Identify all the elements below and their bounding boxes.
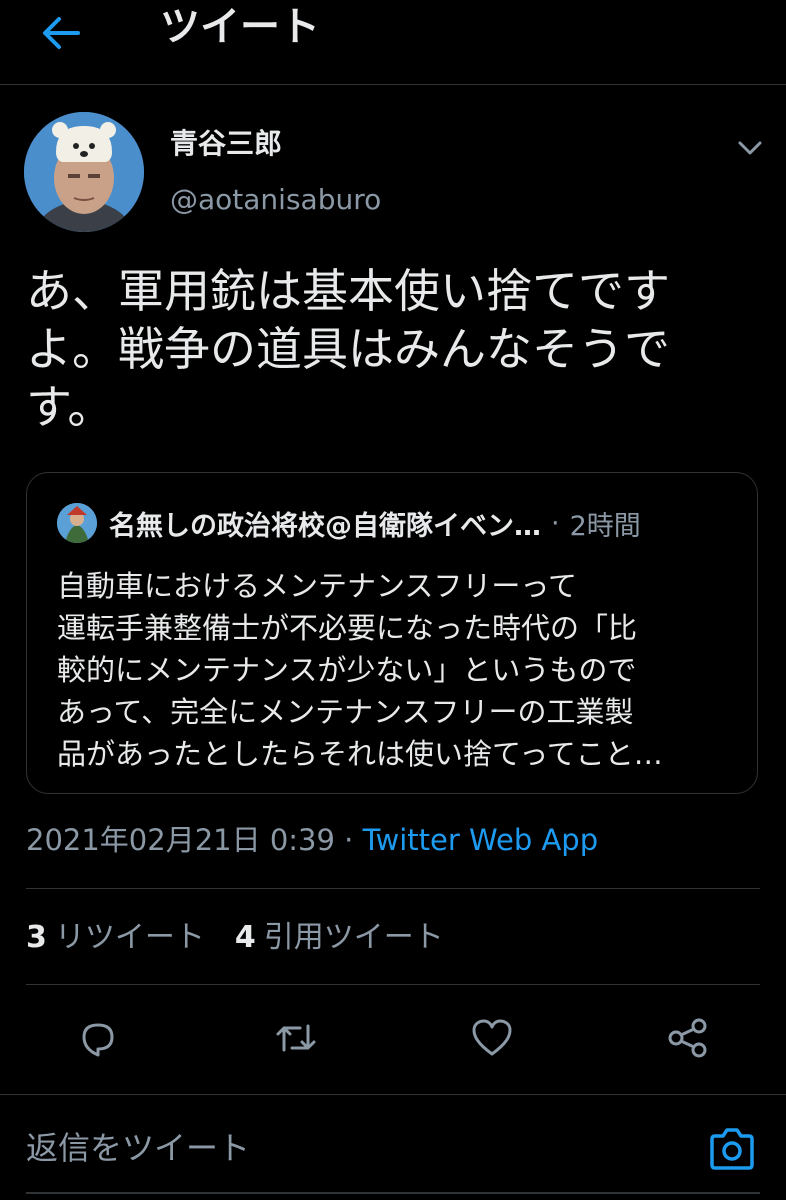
tweet-source-link[interactable]: Twitter Web App bbox=[363, 823, 599, 857]
avatar-image bbox=[24, 112, 144, 232]
quoted-timestamp: 2時間 bbox=[569, 510, 641, 542]
quoted-tweet-header: 名無しの政治将校@自衛隊イベン… · 2時間 bbox=[109, 503, 641, 543]
more-options-button[interactable] bbox=[734, 132, 766, 164]
separator-dot: · bbox=[344, 823, 354, 857]
quote-tweets-stat[interactable]: 4 引用ツイート bbox=[235, 916, 444, 960]
quote-tweets-label: 引用ツイート bbox=[263, 920, 444, 955]
back-button[interactable] bbox=[38, 10, 84, 56]
quoted-tweet-text: 自動車におけるメンテナンスフリーって 運転手兼整備士が不必要になった時代の「比 … bbox=[57, 569, 663, 771]
retweet-button[interactable] bbox=[274, 1016, 318, 1060]
chevron-down-icon bbox=[738, 141, 762, 155]
reply-icon bbox=[82, 1023, 114, 1057]
retweets-stat[interactable]: 3 リツイート bbox=[26, 916, 205, 960]
author-name[interactable]: 青谷三郎 bbox=[170, 126, 282, 162]
reply-composer: 返信をツイート bbox=[0, 1094, 786, 1200]
quoted-tweet[interactable]: 名無しの政治将校@自衛隊イベン… · 2時間 自動車におけるメンテナンスフリーっ… bbox=[26, 472, 758, 794]
tweet-metadata: 2021年02月21日 0:39 · Twitter Web App bbox=[26, 820, 598, 860]
divider bbox=[26, 888, 760, 889]
camera-button[interactable] bbox=[708, 1125, 756, 1173]
top-bar: ツイート bbox=[0, 0, 786, 85]
retweets-count: 3 bbox=[26, 920, 47, 955]
page-title: ツイート bbox=[160, 4, 320, 50]
quoted-author-name: 名無しの政治将校@自衛隊イベン… bbox=[109, 510, 541, 542]
reply-button[interactable] bbox=[76, 1016, 120, 1060]
quoted-avatar-image bbox=[57, 503, 97, 543]
author-avatar[interactable] bbox=[24, 112, 144, 232]
author-handle[interactable]: @aotanisaburo bbox=[170, 182, 381, 218]
home-indicator bbox=[26, 1192, 760, 1194]
share-button[interactable] bbox=[666, 1016, 710, 1060]
heart-icon bbox=[472, 1019, 512, 1056]
divider bbox=[26, 984, 760, 985]
tweet-text: あ、軍用銃は基本使い捨てです よ。戦争の道具はみんなそうで す。 bbox=[26, 264, 670, 434]
tweet-timestamp: 2021年02月21日 0:39 bbox=[26, 823, 335, 857]
retweet-icon bbox=[276, 1024, 316, 1052]
tweet-stats: 3 リツイート 4 引用ツイート bbox=[26, 916, 474, 960]
share-icon bbox=[668, 1018, 707, 1058]
arrow-left-icon bbox=[43, 17, 80, 49]
quoted-author-avatar bbox=[57, 503, 97, 543]
reply-input[interactable]: 返信をツイート bbox=[26, 1123, 666, 1173]
like-button[interactable] bbox=[470, 1016, 514, 1060]
camera-icon bbox=[710, 1128, 754, 1170]
quote-tweets-count: 4 bbox=[234, 920, 256, 955]
retweets-label: リツイート bbox=[54, 920, 205, 955]
separator-dot: · bbox=[551, 507, 560, 539]
